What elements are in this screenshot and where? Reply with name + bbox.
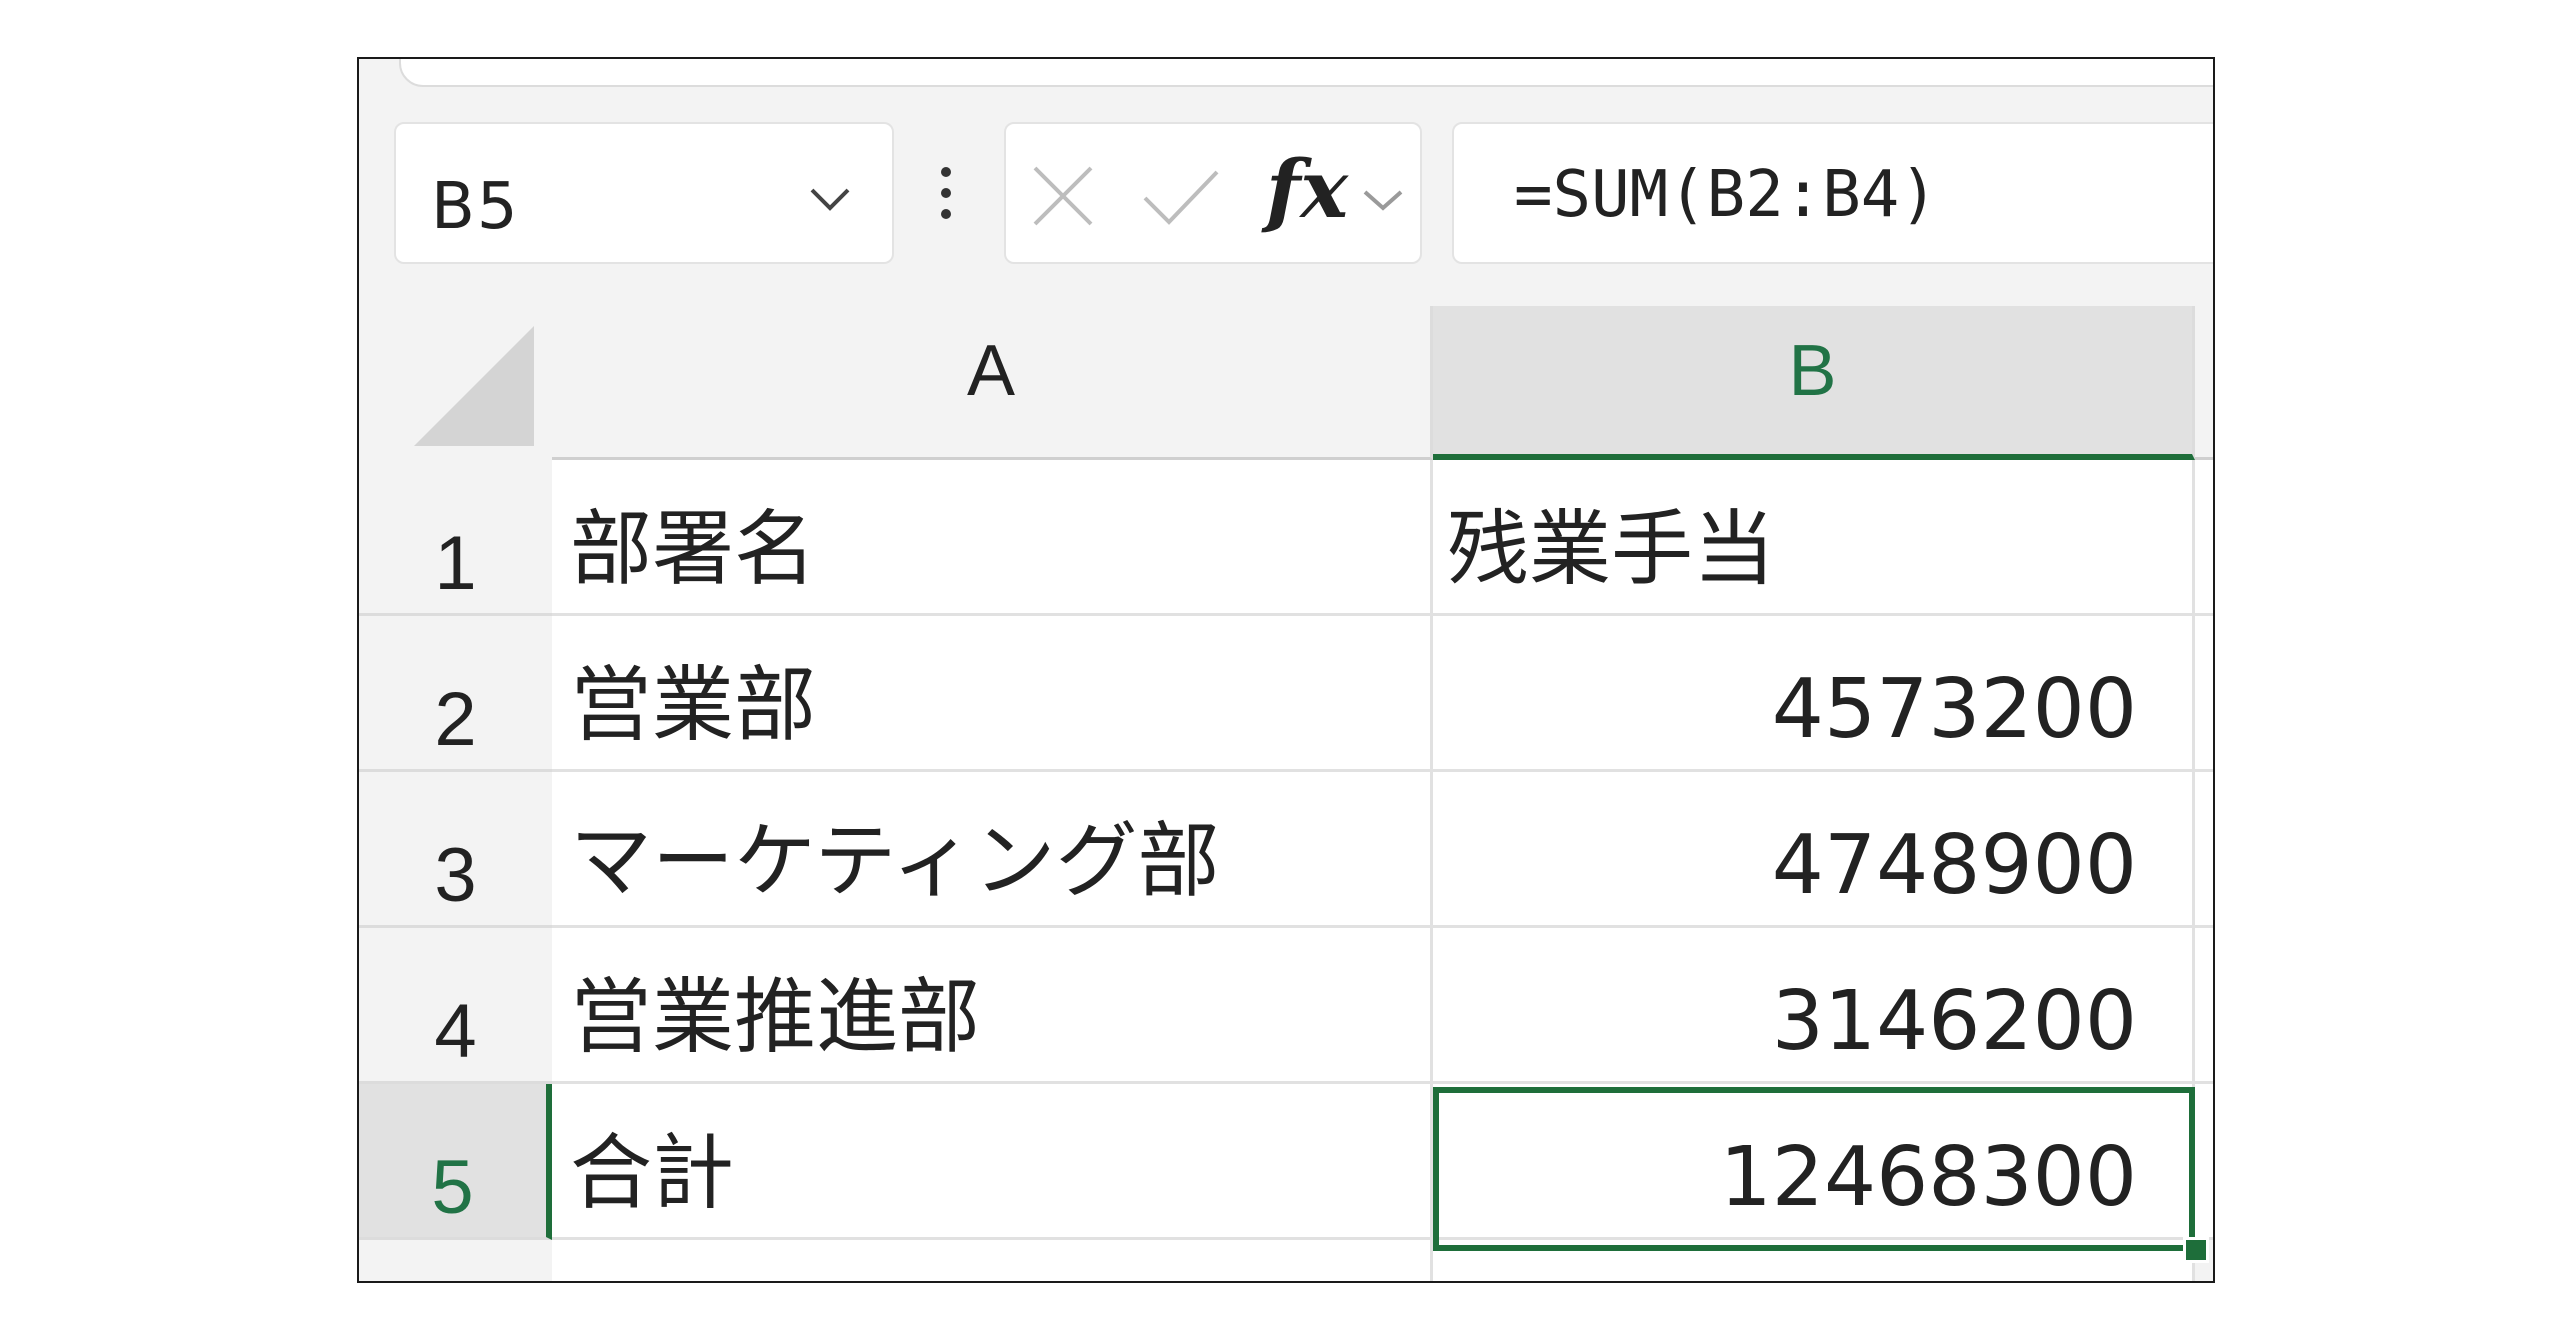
name-box[interactable]: B5 [394, 122, 894, 264]
cell-c1[interactable] [2195, 460, 2213, 616]
spreadsheet-window: B5 fx =SUM(B2:B4) A B 1 部署名 残業手当 2 営業部 4… [357, 57, 2215, 1283]
cell-c4[interactable] [2195, 928, 2213, 1084]
name-box-value: B5 [431, 170, 520, 244]
cell-b6[interactable] [1433, 1240, 2195, 1281]
close-icon[interactable] [1031, 164, 1095, 232]
row-header-4[interactable]: 4 [359, 928, 552, 1084]
cell-b1[interactable]: 残業手当 [1433, 460, 2195, 616]
cell-b4[interactable]: 3146200 [1433, 928, 2195, 1084]
cell-a5[interactable]: 合計 [552, 1084, 1433, 1240]
cell-b3[interactable]: 4748900 [1433, 772, 2195, 928]
cell-a1[interactable]: 部署名 [552, 460, 1433, 616]
formula-actions: fx [1004, 122, 1422, 264]
row-header-6[interactable] [359, 1240, 552, 1281]
ribbon-edge [399, 59, 2213, 87]
chevron-down-icon[interactable] [808, 184, 852, 218]
column-header-c[interactable] [2195, 306, 2213, 460]
row-header-1[interactable]: 1 [359, 460, 552, 616]
cell-c2[interactable] [2195, 616, 2213, 772]
select-all-triangle-icon[interactable] [414, 326, 534, 446]
cell-a6[interactable] [552, 1240, 1433, 1281]
formula-input[interactable]: =SUM(B2:B4) [1452, 122, 2213, 264]
cell-a4[interactable]: 営業推進部 [552, 928, 1433, 1084]
cell-c5[interactable] [2195, 1084, 2213, 1240]
cell-a3[interactable]: マーケティング部 [552, 772, 1433, 928]
vertical-dots-icon[interactable] [939, 165, 953, 225]
row-header-3[interactable]: 3 [359, 772, 552, 928]
column-header-a[interactable]: A [552, 306, 1433, 460]
cell-a2[interactable]: 営業部 [552, 616, 1433, 772]
row-header-2[interactable]: 2 [359, 616, 552, 772]
chevron-down-icon[interactable] [1361, 186, 1405, 218]
checkmark-icon[interactable] [1141, 166, 1221, 232]
fill-handle[interactable] [2183, 1237, 2209, 1263]
cell-c3[interactable] [2195, 772, 2213, 928]
cell-b2[interactable]: 4573200 [1433, 616, 2195, 772]
cell-b5[interactable]: 12468300 [1433, 1084, 2195, 1240]
column-header-b[interactable]: B [1433, 306, 2195, 460]
row-header-5[interactable]: 5 [359, 1084, 552, 1240]
formula-text: =SUM(B2:B4) [1514, 158, 1938, 232]
select-all-corner[interactable] [359, 306, 552, 460]
fx-icon[interactable]: fx [1266, 142, 1348, 236]
